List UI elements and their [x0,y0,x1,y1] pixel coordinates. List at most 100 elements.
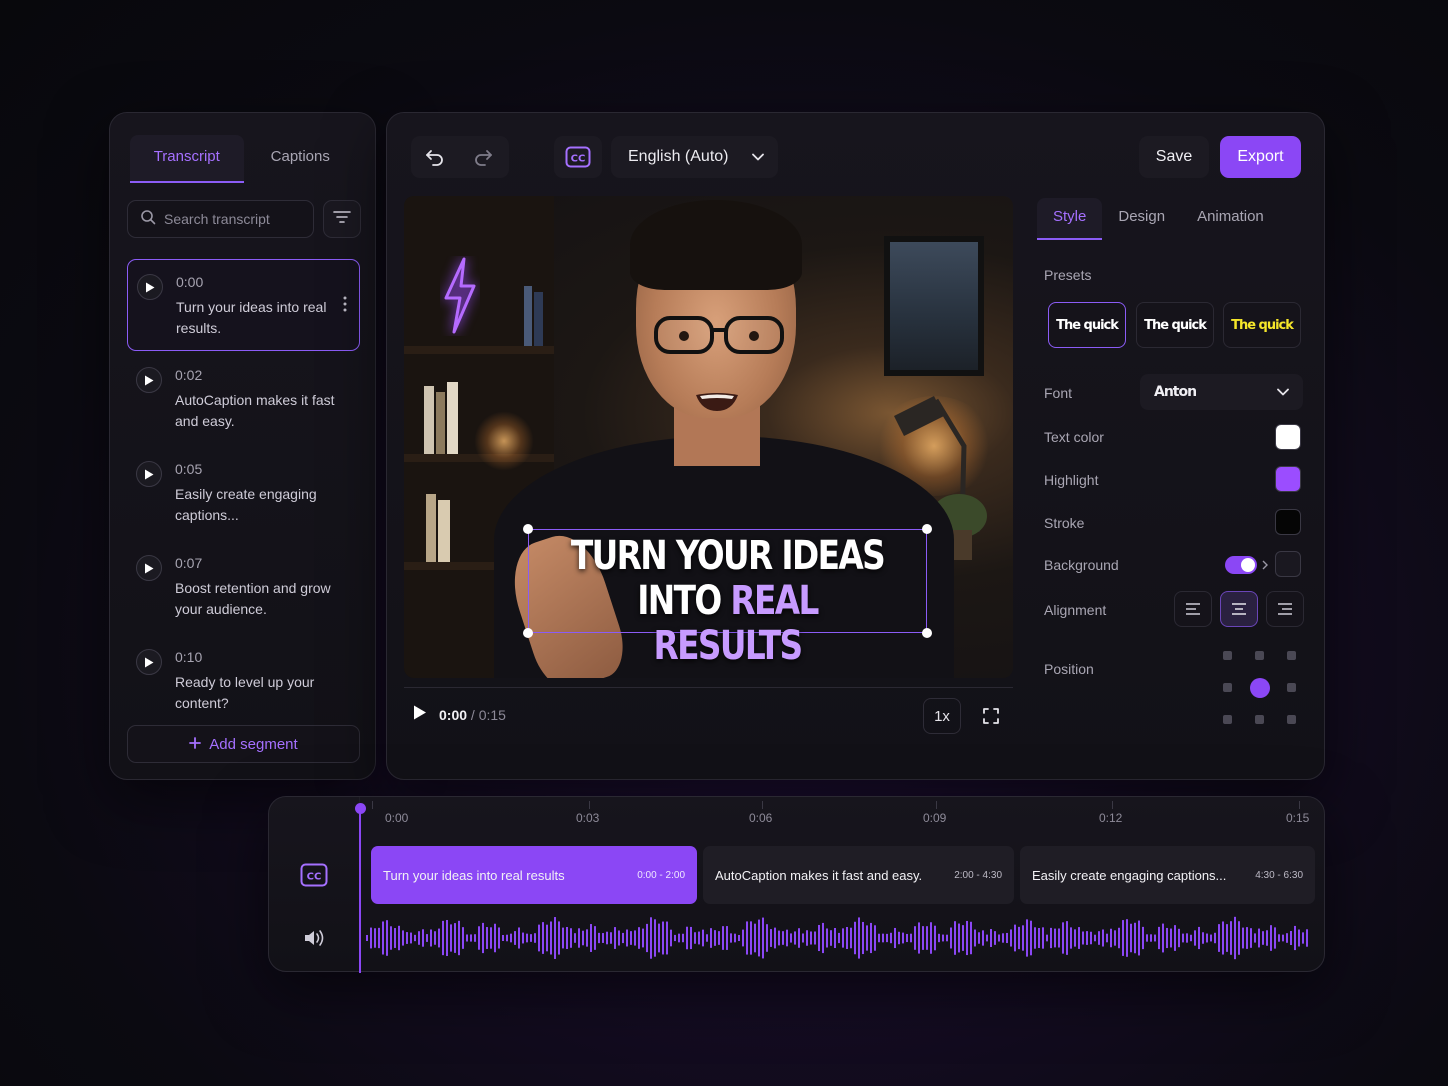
tab-design[interactable]: Design [1102,198,1181,240]
segment-text[interactable]: Easily create engaging captions... [175,484,335,526]
add-segment-button[interactable]: Add segment [127,725,360,763]
transcript-segment[interactable]: 0:00 Turn your ideas into real results. [127,259,360,351]
waveform-bar [718,931,720,945]
resize-handle[interactable] [922,524,932,534]
filter-button[interactable] [323,200,361,238]
tab-captions[interactable]: Captions [244,135,358,183]
video-preview[interactable]: TURN YOUR IDEAS INTO REAL RESULTS [404,196,1013,678]
position-bottom-left[interactable] [1223,715,1232,724]
more-options-icon[interactable] [343,296,347,317]
transcript-segment[interactable]: 0:07 Boost retention and grow your audie… [127,541,360,633]
waveform-bar [430,929,432,947]
play-button[interactable] [413,705,427,725]
resize-handle[interactable] [922,628,932,638]
transcript-segment[interactable]: 0:10 Ready to level up your content? [127,635,360,727]
chevron-down-icon [752,153,764,161]
play-segment-button[interactable] [136,555,162,581]
stroke-color-swatch[interactable] [1275,509,1301,535]
position-middle-right[interactable] [1287,683,1296,692]
background-color-swatch[interactable] [1275,551,1301,577]
font-select[interactable]: Anton [1140,374,1303,410]
position-top-left[interactable] [1223,651,1232,660]
waveform-bar [634,930,636,946]
segment-text[interactable]: Boost retention and grow your audience. [175,578,335,620]
waveform-bar [1246,927,1248,949]
position-top-right[interactable] [1287,651,1296,660]
preset-option[interactable]: The quick [1048,302,1126,348]
caption-clip[interactable]: Easily create engaging captions... 4:30 … [1020,846,1315,904]
align-center-button[interactable] [1220,591,1258,627]
caption-overlay-text[interactable]: TURN YOUR IDEAS INTO REAL RESULTS [564,534,891,669]
volume-icon[interactable] [303,929,327,947]
waveform-bar [562,927,564,949]
position-grid[interactable] [1223,651,1297,725]
export-button[interactable]: Export [1220,136,1301,178]
tick-label: 0:03 [576,811,600,825]
waveform-bar [666,921,668,955]
cc-icon: CC [554,136,602,178]
highlight-color-swatch[interactable] [1275,466,1301,492]
fullscreen-button[interactable] [972,698,1010,734]
segment-text[interactable]: AutoCaption makes it fast and easy. [175,390,335,432]
segment-text[interactable]: Turn your ideas into real results. [176,297,336,339]
waveform-bar [446,919,448,957]
waveform-bar [1106,933,1108,943]
waveform-bar [434,931,436,945]
speed-button[interactable]: 1x [923,698,961,734]
captions-toggle-button[interactable]: CC [554,136,602,178]
play-segment-button[interactable] [136,367,162,393]
play-segment-button[interactable] [137,274,163,300]
tab-style[interactable]: Style [1037,198,1103,240]
waveform-bar [1298,929,1300,947]
waveform-bar [1026,919,1028,957]
tab-animation[interactable]: Animation [1181,198,1280,240]
play-segment-button[interactable] [136,649,162,675]
progress-bar[interactable] [404,687,1013,688]
save-button[interactable]: Save [1139,136,1209,178]
play-segment-button[interactable] [136,461,162,487]
segment-text[interactable]: Ready to level up your content? [175,672,335,714]
waveform-bar [854,921,856,955]
text-color-swatch[interactable] [1275,424,1301,450]
transcript-segment[interactable]: 0:02 AutoCaption makes it fast and easy. [127,353,360,445]
language-select[interactable]: English (Auto) [611,136,778,178]
waveform-bar [802,933,804,943]
align-right-button[interactable] [1266,591,1304,627]
undo-button[interactable] [411,136,459,178]
style-tabs: Style Design Animation [1037,198,1307,240]
position-bottom-center[interactable] [1255,715,1264,724]
caption-clip[interactable]: Turn your ideas into real results 0:00 -… [371,846,697,904]
editor-panel: CC English (Auto) Save Export TURN YOUR … [386,112,1325,780]
waveform-bar [942,934,944,942]
waveform-bar [910,933,912,943]
playhead[interactable] [359,807,361,973]
font-value: Anton [1154,384,1197,400]
preset-option[interactable]: The quick [1136,302,1214,348]
waveform-bar [394,928,396,948]
audio-waveform[interactable] [365,914,1311,962]
waveform-bar [902,932,904,944]
align-left-button[interactable] [1174,591,1212,627]
waveform-bar [618,930,620,946]
waveform-bar [622,932,624,944]
playhead-handle[interactable] [355,803,366,814]
resize-handle[interactable] [523,628,533,638]
caption-clip[interactable]: AutoCaption makes it fast and easy. 2:00… [703,846,1014,904]
waveform-bar [554,917,556,959]
resize-handle[interactable] [523,524,533,534]
position-middle-left[interactable] [1223,683,1232,692]
book [426,494,436,562]
chevron-right-icon[interactable] [1262,560,1268,570]
transcript-segment[interactable]: 0:05 Easily create engaging captions... [127,447,360,539]
search-input[interactable] [164,211,304,227]
position-bottom-right[interactable] [1287,715,1296,724]
preset-option[interactable]: The quick [1223,302,1301,348]
redo-button[interactable] [459,136,507,178]
language-value: English (Auto) [628,148,729,165]
position-top-center[interactable] [1255,651,1264,660]
caption-plain-word: INTO [637,578,722,624]
tab-transcript[interactable]: Transcript [130,135,244,183]
background-toggle[interactable] [1225,556,1257,574]
position-center-selected[interactable] [1250,678,1270,698]
waveform-bar [1062,922,1064,954]
